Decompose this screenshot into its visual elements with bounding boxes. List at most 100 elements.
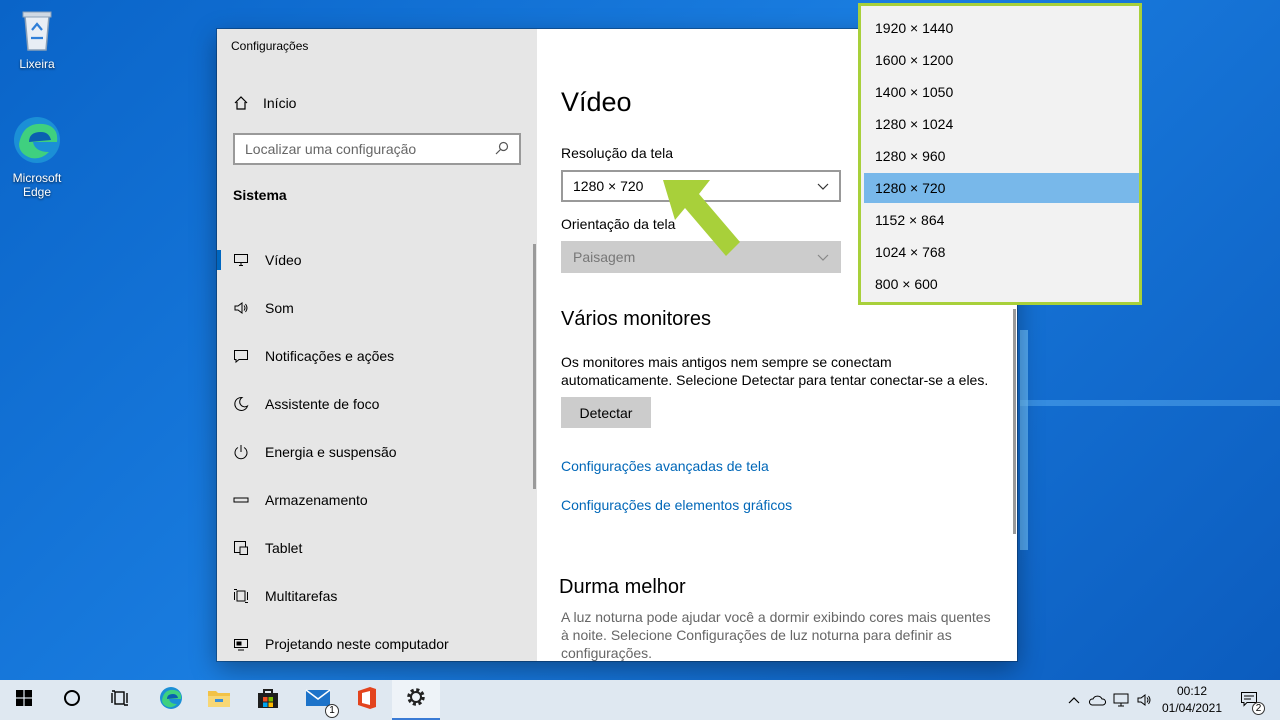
edge-icon xyxy=(159,686,183,715)
onedrive-cloud-icon[interactable] xyxy=(1086,680,1108,720)
desktop-light-streak xyxy=(1020,330,1028,550)
taskbar-settings[interactable] xyxy=(392,680,440,720)
detect-button[interactable]: Detectar xyxy=(561,397,651,428)
resolution-option[interactable]: 1400 × 1050 xyxy=(864,77,1139,107)
tray-overflow-chevron-icon[interactable] xyxy=(1064,680,1084,720)
clock-date: 01/04/2021 xyxy=(1161,701,1223,715)
desktop-icon-label: Lixeira xyxy=(19,57,55,71)
sidebar-item-label: Notificações e ações xyxy=(265,348,395,364)
taskbar-mail[interactable]: 1 xyxy=(294,680,342,720)
cortana-icon xyxy=(63,689,81,712)
mail-icon: 1 xyxy=(305,688,339,718)
resolution-option[interactable]: 1152 × 864 xyxy=(864,205,1139,235)
office-icon xyxy=(356,686,378,715)
content-scrollbar[interactable] xyxy=(1013,309,1016,534)
sidebar-item-focus-assist[interactable]: Assistente de foco xyxy=(217,380,537,428)
network-icon[interactable] xyxy=(1110,680,1132,720)
sleep-better-title: Durma melhor xyxy=(559,576,686,598)
annotation-arrow xyxy=(663,180,740,256)
chevron-down-icon xyxy=(817,178,829,194)
sidebar-item-label: Armazenamento xyxy=(265,492,368,508)
orientation-value: Paisagem xyxy=(573,249,636,265)
windows-logo-icon xyxy=(16,689,32,711)
mail-badge: 1 xyxy=(325,703,339,718)
task-view-icon xyxy=(111,689,129,711)
storage-icon xyxy=(233,492,249,508)
action-center-button[interactable]: 2 xyxy=(1234,680,1265,720)
resolution-option[interactable]: 800 × 600 xyxy=(864,269,1139,299)
power-icon xyxy=(233,444,249,460)
sidebar: Configurações Início Localizar uma confi… xyxy=(217,29,537,661)
multi-monitor-title: Vários monitores xyxy=(561,308,712,330)
desktop-icon-edge[interactable]: Microsoft Edge xyxy=(1,114,73,199)
desktop-light-streak xyxy=(1020,400,1280,406)
sidebar-nav: Vídeo Som Notificações e ações Assistent… xyxy=(217,236,537,661)
sidebar-item-tablet[interactable]: Tablet xyxy=(217,524,537,572)
taskbar-office[interactable] xyxy=(343,680,391,720)
edge-icon xyxy=(1,114,73,169)
search-input[interactable]: Localizar uma configuração xyxy=(233,133,521,165)
start-button[interactable] xyxy=(0,680,48,720)
desktop-icon-recycle-bin[interactable]: Lixeira xyxy=(1,8,73,71)
notification-badge: 2 xyxy=(1252,701,1265,715)
action-center-icon: 2 xyxy=(1240,691,1265,715)
sleep-better-text: A luz noturna pode ajudar você a dormir … xyxy=(561,609,991,661)
moon-icon xyxy=(233,396,249,412)
multitask-icon xyxy=(233,588,249,604)
section-label: Sistema xyxy=(233,187,287,203)
resolution-value: 1280 × 720 xyxy=(573,178,644,194)
resolution-options-list: 1920 × 1440 1600 × 1200 1400 × 1050 1280… xyxy=(858,3,1142,305)
taskbar-clock[interactable]: 00:12 01/04/2021 xyxy=(1160,683,1224,717)
notification-icon xyxy=(233,348,249,364)
sidebar-item-video[interactable]: Vídeo xyxy=(217,236,537,284)
search-icon xyxy=(495,141,509,158)
page-title: Vídeo xyxy=(561,87,632,117)
sidebar-item-label: Tablet xyxy=(265,540,303,556)
resolution-label: Resolução da tela xyxy=(561,145,674,161)
sidebar-item-label: Som xyxy=(265,300,294,316)
tablet-icon xyxy=(233,540,249,556)
taskbar-edge[interactable] xyxy=(147,680,195,720)
advanced-display-link[interactable]: Configurações avançadas de tela xyxy=(561,458,769,474)
gear-icon xyxy=(405,686,427,713)
desktop-icon-label: Microsoft Edge xyxy=(12,171,62,199)
recycle-bin-icon xyxy=(1,8,73,55)
taskbar-store[interactable] xyxy=(244,680,292,720)
sidebar-item-label: Vídeo xyxy=(265,252,302,268)
sidebar-item-multitasking[interactable]: Multitarefas xyxy=(217,572,537,620)
taskbar: 1 00:12 01/04/2021 2 xyxy=(0,680,1280,720)
sidebar-item-sound[interactable]: Som xyxy=(217,284,537,332)
sidebar-item-storage[interactable]: Armazenamento xyxy=(217,476,537,524)
sidebar-item-power[interactable]: Energia e suspensão xyxy=(217,428,537,476)
monitor-icon xyxy=(233,252,249,268)
taskbar-file-explorer[interactable] xyxy=(195,680,243,720)
home-label: Início xyxy=(263,95,297,111)
search-placeholder: Localizar uma configuração xyxy=(245,141,417,157)
sidebar-scrollbar[interactable] xyxy=(533,244,536,489)
speaker-icon xyxy=(233,300,249,316)
sidebar-item-notifications[interactable]: Notificações e ações xyxy=(217,332,537,380)
multi-monitor-text: Os monitores mais antigos nem sempre se … xyxy=(561,354,989,388)
clock-time: 00:12 xyxy=(1176,684,1208,698)
graphics-settings-link[interactable]: Configurações de elementos gráficos xyxy=(561,497,792,513)
resolution-option[interactable]: 1600 × 1200 xyxy=(864,45,1139,75)
store-bag-icon xyxy=(256,686,280,715)
sidebar-item-label: Projetando neste computador xyxy=(265,636,449,652)
resolution-option[interactable]: 1280 × 1024 xyxy=(864,109,1139,139)
resolution-option[interactable]: 1024 × 768 xyxy=(864,237,1139,267)
sidebar-item-projecting[interactable]: Projetando neste computador xyxy=(217,620,537,661)
search-button[interactable] xyxy=(48,680,96,720)
window-title: Configurações xyxy=(231,39,309,53)
sidebar-item-label: Assistente de foco xyxy=(265,396,380,412)
resolution-option[interactable]: 1920 × 1440 xyxy=(864,13,1139,43)
project-icon xyxy=(233,636,249,652)
resolution-option[interactable]: 1280 × 960 xyxy=(864,141,1139,171)
task-view-button[interactable] xyxy=(96,680,144,720)
volume-icon[interactable] xyxy=(1134,680,1156,720)
home-link[interactable]: Início xyxy=(233,93,296,113)
chevron-down-icon xyxy=(817,249,829,265)
sidebar-item-label: Energia e suspensão xyxy=(265,444,397,460)
resolution-option-selected[interactable]: 1280 × 720 xyxy=(864,173,1139,203)
home-icon xyxy=(233,95,249,111)
sidebar-item-label: Multitarefas xyxy=(265,588,338,604)
